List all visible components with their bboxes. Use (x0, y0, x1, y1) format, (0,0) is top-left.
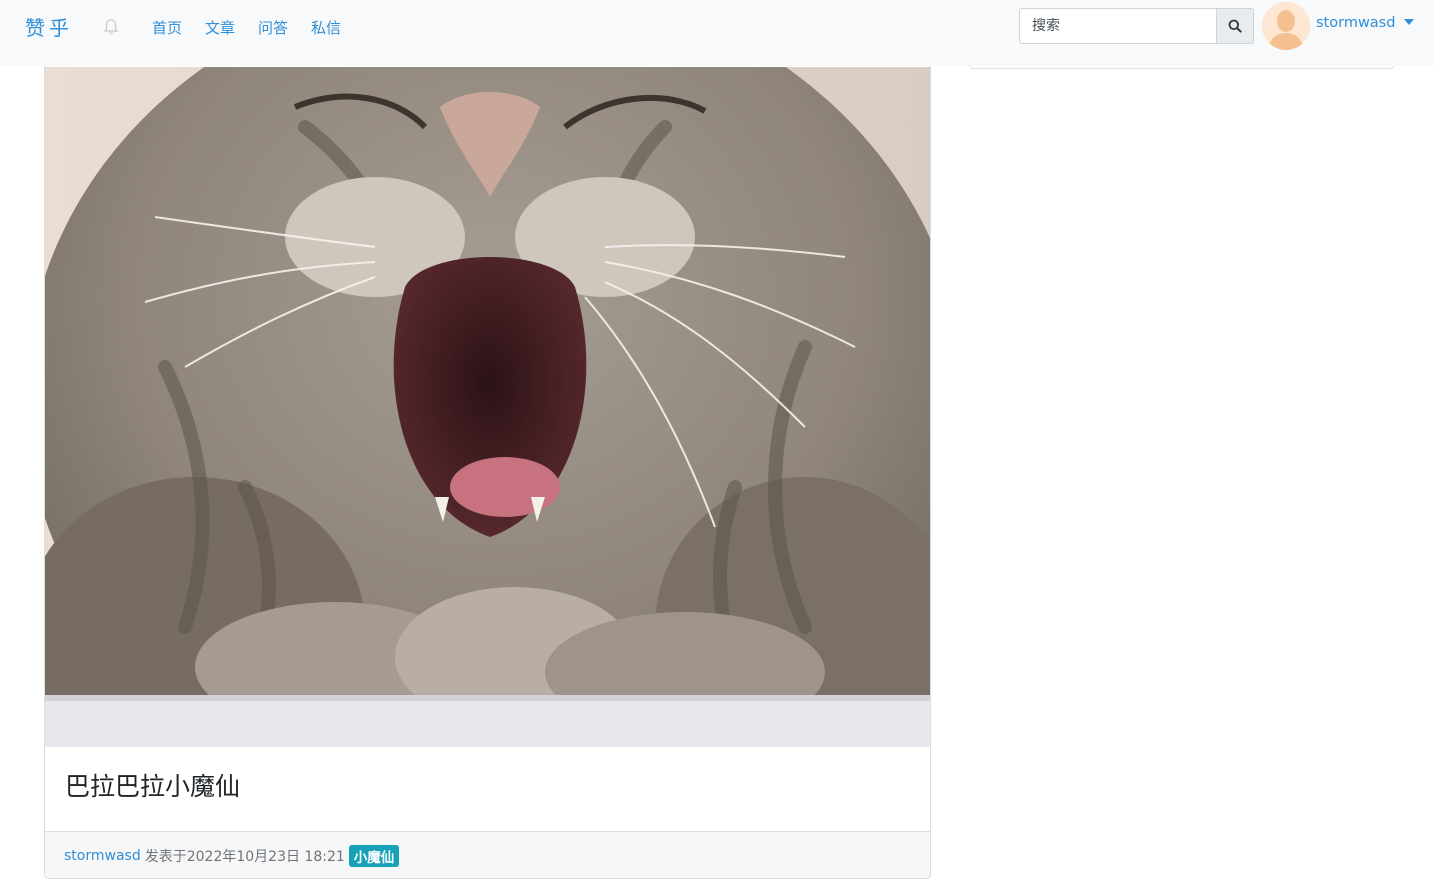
nav-qa[interactable]: 问答 (258, 17, 288, 38)
post-author-link[interactable]: stormwasd (64, 848, 141, 864)
search-form (1019, 8, 1254, 44)
post-meta: stormwasd 发表于2022年10月23日 18:21 小魔仙 (45, 831, 930, 878)
top-navbar: 赞乎 首页 文章 问答 私信 stormwasd (0, 0, 1433, 66)
post-card: 巴拉巴拉小魔仙 stormwasd 发表于2022年10月23日 18:21 小… (44, 30, 931, 879)
search-button[interactable] (1216, 8, 1254, 44)
post-title[interactable]: 巴拉巴拉小魔仙 (65, 767, 240, 803)
nav-home[interactable]: 首页 (152, 17, 182, 38)
username: stormwasd (1316, 15, 1396, 31)
post-image[interactable] (45, 67, 930, 747)
post-date: 发表于2022年10月23日 18:21 (144, 848, 345, 865)
main-nav: 首页 文章 问答 私信 (152, 17, 341, 38)
search-input[interactable] (1019, 8, 1216, 44)
brand-logo[interactable]: 赞乎 (25, 12, 73, 41)
search-icon (1228, 19, 1242, 33)
nav-articles[interactable]: 文章 (205, 17, 235, 38)
avatar[interactable] (1262, 2, 1310, 50)
nav-messages[interactable]: 私信 (311, 17, 341, 38)
user-menu[interactable]: stormwasd (1316, 15, 1415, 31)
caret-down-icon (1404, 19, 1415, 25)
bell-icon[interactable] (103, 18, 119, 36)
post-tag-badge[interactable]: 小魔仙 (348, 844, 400, 867)
